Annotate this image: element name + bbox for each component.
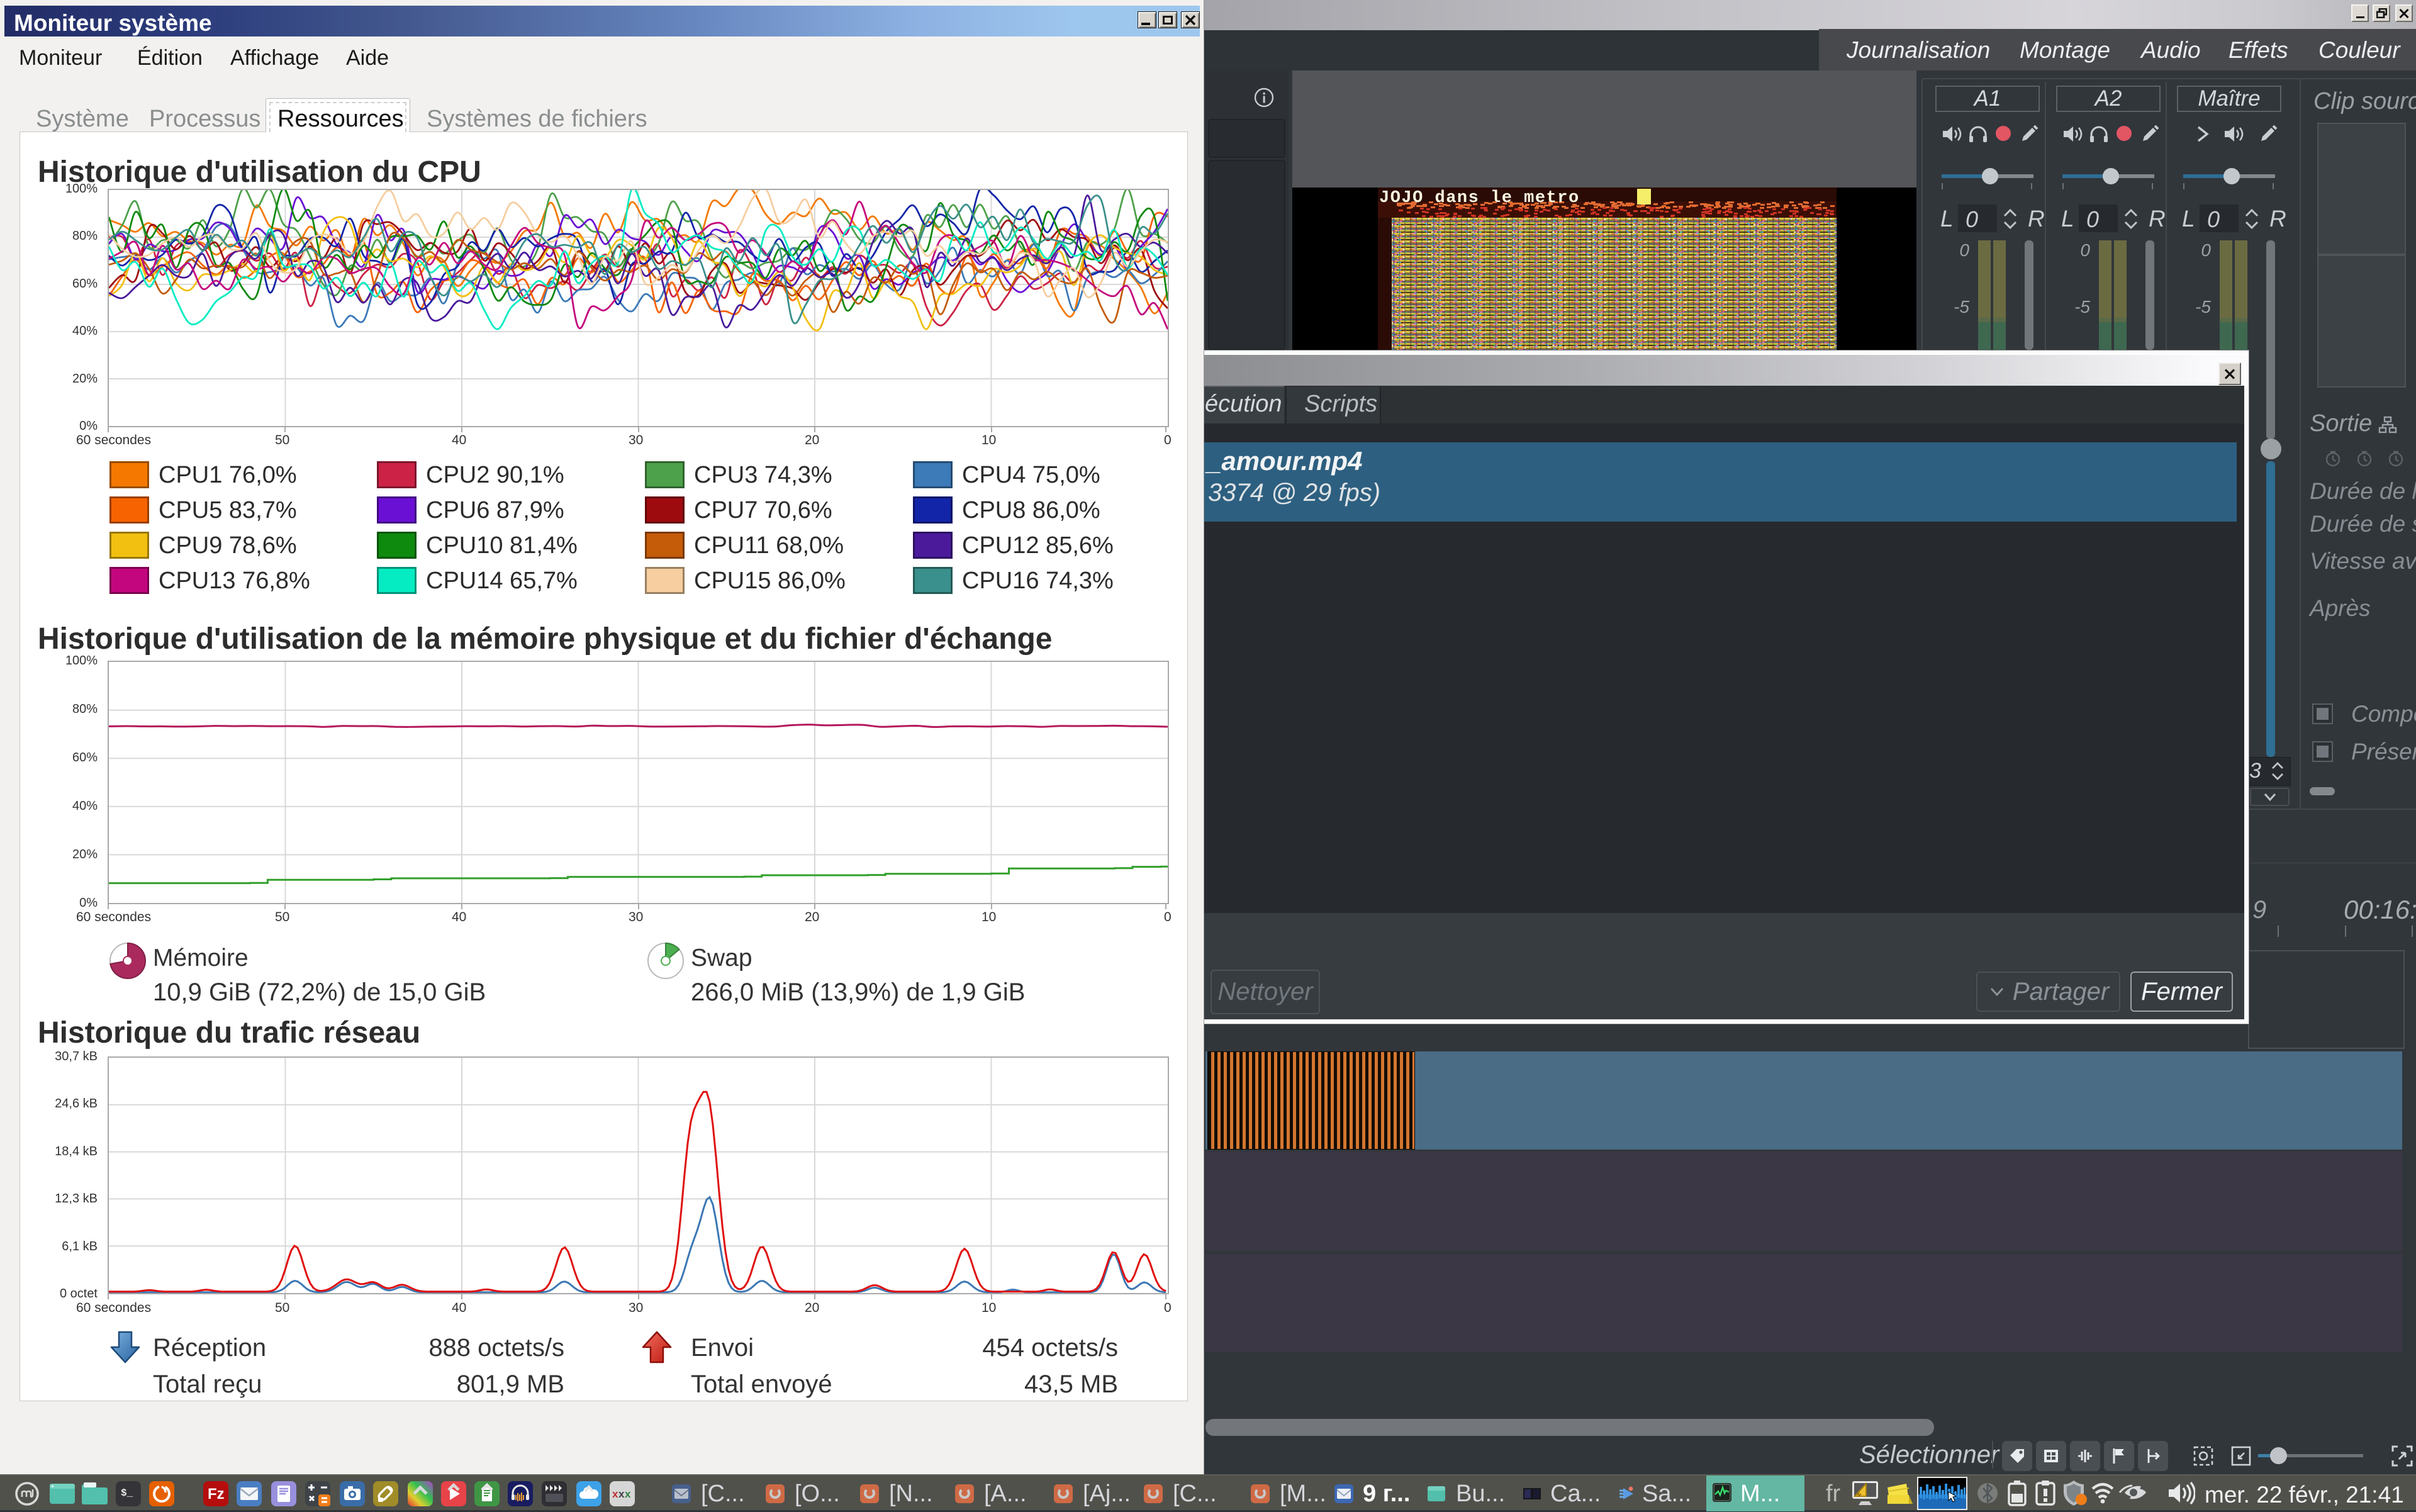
- svg-text:x: x: [618, 1488, 625, 1500]
- svg-text:JOJO dans le metro: JOJO dans le metro: [1379, 189, 1580, 208]
- svg-text:x: x: [612, 1488, 618, 1500]
- svg-text:$_: $_: [121, 1487, 133, 1499]
- svg-text:x: x: [625, 1488, 631, 1500]
- svg-text:Fz: Fz: [208, 1486, 225, 1503]
